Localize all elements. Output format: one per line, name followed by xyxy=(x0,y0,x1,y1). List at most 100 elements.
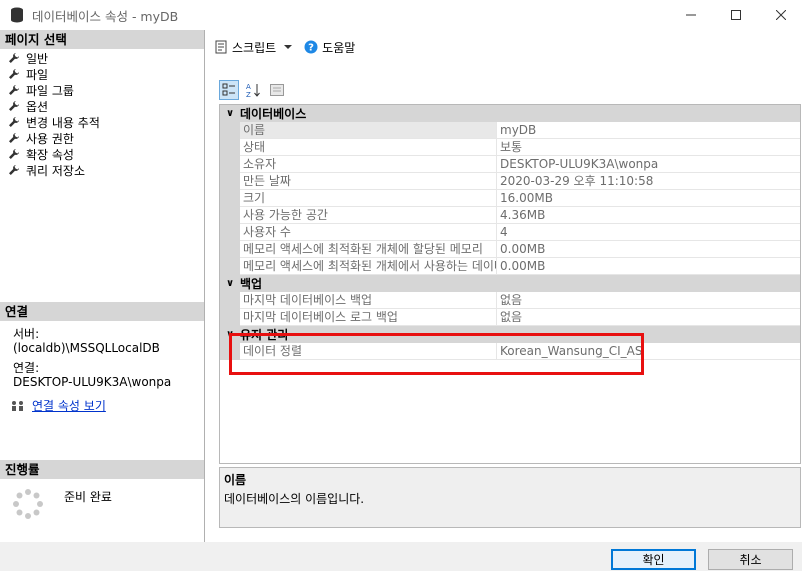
property-value: 0.00MB xyxy=(497,258,800,275)
page-list: 일반 파일 파일 그룹 옵션 변경 내용 추적 사용 권한 확장 속성 쿼리 저… xyxy=(0,49,204,178)
categorized-button[interactable] xyxy=(219,80,239,100)
property-name: 이름 xyxy=(240,122,497,139)
property-value: 4 xyxy=(497,224,800,241)
page-item-filegroups[interactable]: 파일 그룹 xyxy=(0,82,204,98)
page-item-files[interactable]: 파일 xyxy=(0,66,204,82)
page-item-general[interactable]: 일반 xyxy=(0,50,204,66)
connection-value: DESKTOP-ULU9K3A\wonpa xyxy=(13,375,172,389)
minimize-icon xyxy=(685,14,696,16)
description-text: 데이터베이스의 이름입니다. xyxy=(224,492,365,506)
property-name: 마지막 데이터베이스 로그 백업 xyxy=(240,309,497,326)
close-button[interactable] xyxy=(758,0,802,30)
category-database[interactable]: ∨ 데이터베이스 xyxy=(220,105,800,122)
category-label: 데이터베이스 xyxy=(240,107,307,121)
categorized-icon xyxy=(222,83,235,96)
script-icon xyxy=(215,40,227,54)
property-row[interactable]: 마지막 데이터베이스 백업 없음 xyxy=(220,292,800,309)
wrench-icon xyxy=(9,133,19,143)
property-name: 메모리 액세스에 최적화된 개체에 할당된 메모리 xyxy=(240,241,497,258)
svg-text:Z: Z xyxy=(246,91,251,98)
progress-status: 준비 완료 xyxy=(64,490,112,504)
connection-icon xyxy=(12,401,23,411)
property-value: 0.00MB xyxy=(497,241,800,258)
page-item-label: 일반 xyxy=(26,51,49,66)
page-item-change-tracking[interactable]: 변경 내용 추적 xyxy=(0,114,204,130)
property-row[interactable]: 상태 보통 xyxy=(220,139,800,156)
alphabetical-button[interactable]: A Z xyxy=(243,80,263,100)
page-item-permissions[interactable]: 사용 권한 xyxy=(0,130,204,146)
collapse-icon[interactable]: ∨ xyxy=(220,278,240,289)
property-value: 4.36MB xyxy=(497,207,800,224)
property-row[interactable]: 이름 myDB xyxy=(220,122,800,139)
property-value: 보통 xyxy=(497,139,800,156)
wrench-icon xyxy=(9,85,19,95)
server-value: (localdb)\MSSQLLocalDB xyxy=(13,341,160,355)
property-row[interactable]: 소유자 DESKTOP-ULU9K3A\wonpa xyxy=(220,156,800,173)
wrench-icon xyxy=(9,53,19,63)
spinner-icon xyxy=(13,489,43,519)
description-panel: 이름 데이터베이스의 이름입니다. xyxy=(219,467,801,528)
ok-button[interactable]: 확인 xyxy=(611,549,696,570)
connection-section: 연결 서버: (localdb)\MSSQLLocalDB 연결: DESKTO… xyxy=(0,302,204,413)
maximize-button[interactable] xyxy=(713,0,758,30)
property-name: 사용 가능한 공간 xyxy=(240,207,497,224)
property-row[interactable]: 마지막 데이터베이스 로그 백업 없음 xyxy=(220,309,800,326)
property-value: Korean_Wansung_CI_AS xyxy=(497,343,800,360)
category-label: 유지 관리 xyxy=(240,328,289,342)
script-button[interactable]: 스크립트 xyxy=(214,39,294,56)
page-item-query-store[interactable]: 쿼리 저장소 xyxy=(0,162,204,178)
property-row[interactable]: 크기 16.00MB xyxy=(220,190,800,207)
close-icon xyxy=(775,10,786,20)
property-name: 크기 xyxy=(240,190,497,207)
page-item-extended-properties[interactable]: 확장 속성 xyxy=(0,146,204,162)
property-name: 상태 xyxy=(240,139,497,156)
property-row[interactable]: 만든 날짜 2020-03-29 오후 11:10:58 xyxy=(220,173,800,190)
progress-header: 진행률 xyxy=(0,460,204,479)
chevron-down-icon xyxy=(284,45,293,49)
svg-text:A: A xyxy=(246,83,251,91)
wrench-icon xyxy=(9,69,19,79)
page-item-label: 사용 권한 xyxy=(26,131,74,146)
property-value: myDB xyxy=(497,122,800,139)
footer: 확인 취소 xyxy=(0,542,802,571)
help-button[interactable]: ? 도움말 xyxy=(304,39,355,56)
category-backup[interactable]: ∨ 백업 xyxy=(220,275,800,292)
property-row[interactable]: 사용자 수 4 xyxy=(220,224,800,241)
page-item-label: 파일 xyxy=(26,67,49,82)
property-row[interactable]: 메모리 액세스에 최적화된 개체에서 사용하는 데이터 0.00MB xyxy=(220,258,800,275)
property-row[interactable]: 사용 가능한 공간 4.36MB xyxy=(220,207,800,224)
page-item-options[interactable]: 옵션 xyxy=(0,98,204,114)
property-value: 2020-03-29 오후 11:10:58 xyxy=(497,173,800,190)
category-maintenance[interactable]: ∨ 유지 관리 xyxy=(220,326,800,343)
svg-text:?: ? xyxy=(308,43,314,54)
help-label: 도움말 xyxy=(322,40,356,55)
maximize-icon xyxy=(730,10,741,20)
progress-section: 진행률 준비 완료 xyxy=(0,460,204,520)
toolbar: 스크립트 ? 도움말 xyxy=(206,30,802,64)
wrench-icon xyxy=(9,149,19,159)
left-panel: 페이지 선택 일반 파일 파일 그룹 옵션 변경 내용 추적 사용 권한 확장 … xyxy=(0,30,205,542)
cancel-button[interactable]: 취소 xyxy=(708,549,793,570)
property-row[interactable]: 데이터 정렬 Korean_Wansung_CI_AS xyxy=(220,343,800,360)
connection-header: 연결 xyxy=(0,302,204,321)
property-pages-button[interactable] xyxy=(267,80,287,100)
server-label: 서버: xyxy=(13,327,40,341)
property-value: 16.00MB xyxy=(497,190,800,207)
property-name: 메모리 액세스에 최적화된 개체에서 사용하는 데이터 xyxy=(240,258,497,275)
database-icon xyxy=(11,7,23,23)
wrench-icon xyxy=(9,117,19,127)
help-icon: ? xyxy=(304,40,318,54)
wrench-icon xyxy=(9,165,19,175)
collapse-icon[interactable]: ∨ xyxy=(220,329,240,340)
property-name: 데이터 정렬 xyxy=(240,343,497,360)
property-row[interactable]: 메모리 액세스에 최적화된 개체에 할당된 메모리 0.00MB xyxy=(220,241,800,258)
property-value: DESKTOP-ULU9K3A\wonpa xyxy=(497,156,800,173)
minimize-button[interactable] xyxy=(668,0,713,30)
collapse-icon[interactable]: ∨ xyxy=(220,108,240,119)
description-title: 이름 xyxy=(224,473,247,487)
property-value: 없음 xyxy=(497,292,800,309)
page-item-label: 파일 그룹 xyxy=(26,83,74,98)
view-connection-properties-link[interactable]: 연결 속성 보기 xyxy=(32,399,106,413)
page-item-label: 옵션 xyxy=(26,99,49,114)
sort-az-icon: A Z xyxy=(246,83,260,98)
